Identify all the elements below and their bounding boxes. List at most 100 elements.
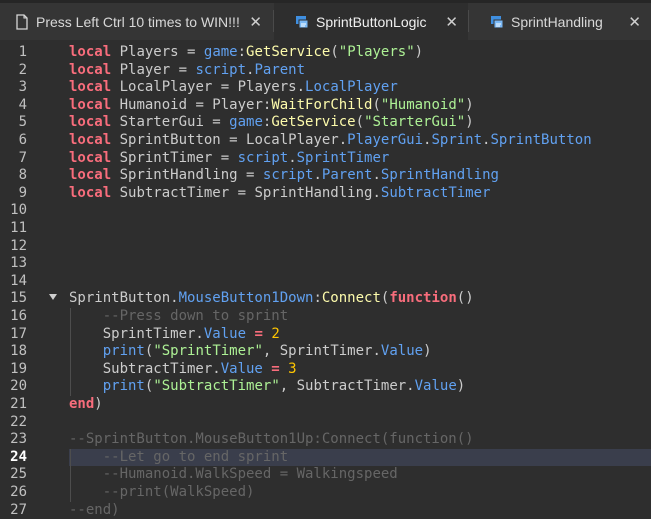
code-text: print("SprintTimer", SprintTimer.Value) <box>69 343 432 361</box>
tab-sprint-button-logic[interactable]: SprintButtonLogic ✕ <box>274 3 468 40</box>
code-text: print("SubtractTimer", SubtractTimer.Val… <box>69 378 465 396</box>
line-number: 20 <box>10 378 27 395</box>
code-token: Players = <box>119 44 204 60</box>
code-line[interactable]: 19 SubtractTimer.Value = 3 <box>0 361 651 379</box>
code-line[interactable]: 5 local StarterGui = game:GetService("Sta… <box>0 114 651 132</box>
code-token: "Humanoid" <box>380 96 466 113</box>
script-icon <box>296 15 309 28</box>
tab-sprint-handling[interactable]: SprintHandling ✕ <box>469 3 651 40</box>
code-text: local SubtractTimer = SprintHandling.Sub… <box>69 185 490 203</box>
code-token: --Humanoid.WalkSpeed = Walkingspeed <box>102 466 398 483</box>
code-text: --end) <box>69 502 120 519</box>
code-token: --Let go to end sprint <box>102 448 289 465</box>
code-token: = <box>262 360 289 377</box>
line-number: 14 <box>10 272 27 289</box>
line-number: 10 <box>10 202 27 219</box>
code-token: local <box>69 96 112 113</box>
code-editor[interactable]: 1 local Players = game:GetService("Player… <box>0 40 651 518</box>
line-number: 17 <box>10 325 27 342</box>
line-number: 13 <box>10 255 27 272</box>
line-number: 23 <box>10 431 27 448</box>
close-icon[interactable]: ✕ <box>249 13 262 31</box>
code-token: 2 <box>271 325 280 342</box>
code-token: LocalPlayer = Players. <box>119 79 306 96</box>
code-token: = <box>246 325 272 342</box>
script-icon <box>491 15 504 28</box>
code-line[interactable]: 8 local SprintHandling = script.Parent.Sp… <box>0 167 651 185</box>
code-token: PlayerGui <box>347 132 424 148</box>
code-line[interactable]: 1 local Players = game:GetService("Player… <box>0 44 651 62</box>
line-number: 18 <box>10 343 27 360</box>
code-token: GetService <box>271 114 356 131</box>
code-token: Connect <box>321 290 381 307</box>
line-number: 3 <box>18 79 27 96</box>
code-token: "StarterGui" <box>364 114 466 131</box>
code-token: game <box>229 114 263 131</box>
code-line[interactable]: 12 <box>0 238 651 256</box>
code-text: local SprintButton = LocalPlayer.PlayerG… <box>69 132 592 150</box>
code-token: print <box>102 378 145 395</box>
line-number: 12 <box>10 237 27 254</box>
code-line[interactable]: 21 end) <box>0 396 651 414</box>
code-token: end <box>69 396 95 412</box>
code-token: local <box>69 61 112 78</box>
line-number: 25 <box>10 466 27 483</box>
code-line[interactable]: 22 <box>0 414 651 432</box>
line-number: 16 <box>10 308 27 324</box>
code-token: local <box>69 167 112 184</box>
code-line[interactable]: 3 local LocalPlayer = Players.LocalPlayer <box>0 79 651 97</box>
code-line[interactable]: 25 --Humanoid.WalkSpeed = Walkingspeed <box>0 466 651 484</box>
code-line[interactable]: 23 --SprintButton.MouseButton1Up:Connect(… <box>0 431 651 449</box>
tab-press-left-ctrl[interactable]: Press Left Ctrl 10 times to WIN!!! ✕ <box>0 3 272 40</box>
code-text: --Press down to sprint <box>69 308 288 326</box>
code-line[interactable]: 14 <box>0 273 651 291</box>
close-icon[interactable]: ✕ <box>445 13 458 31</box>
code-token: . <box>313 167 322 184</box>
code-line[interactable]: 13 <box>0 255 651 273</box>
code-token: : <box>237 44 247 60</box>
code-token: "SubtractTimer" <box>153 378 280 395</box>
code-token: SubtractTimer = SprintHandling. <box>119 184 381 201</box>
code-token: SprintButton. <box>69 290 179 307</box>
code-line[interactable]: 27 --end) <box>0 502 651 519</box>
code-text: --Let go to end sprint <box>69 449 288 467</box>
code-token: SprintTimer. <box>69 325 204 342</box>
code-line[interactable]: 11 <box>0 220 651 238</box>
code-token: "Players" <box>338 44 415 60</box>
code-text: SprintButton.MouseButton1Down:Connect(fu… <box>69 290 474 308</box>
code-line[interactable]: 24 --Let go to end sprint <box>0 448 651 467</box>
code-line[interactable]: 16 --Press down to sprint <box>0 308 651 326</box>
tab-label: SprintButtonLogic <box>316 13 427 30</box>
code-text: local StarterGui = game:GetService("Star… <box>69 114 474 132</box>
code-token: Player = <box>119 61 196 78</box>
line-number: 21 <box>10 396 27 412</box>
code-line[interactable]: 20 print("SubtractTimer", SubtractTimer.… <box>0 378 651 396</box>
code-token: () <box>456 290 474 307</box>
line-number: 7 <box>18 149 27 166</box>
code-token: SubtractTimer. <box>69 360 221 377</box>
code-line[interactable]: 15 SprintButton.MouseButton1Down:Connect(… <box>0 290 651 308</box>
code-line[interactable]: 6 local SprintButton = LocalPlayer.Player… <box>0 132 651 150</box>
code-token: local <box>69 149 112 166</box>
code-token: SprintHandling = <box>119 167 263 184</box>
code-line[interactable]: 7 local SprintTimer = script.SprintTimer <box>0 150 651 168</box>
code-line[interactable]: 9 local SubtractTimer = SprintHandling.Su… <box>0 185 651 203</box>
code-token: SprintHandling <box>380 167 499 184</box>
code-token: game <box>203 44 238 60</box>
code-line[interactable]: 26 --print(WalkSpeed) <box>0 484 651 502</box>
code-line[interactable]: 10 <box>0 202 651 220</box>
code-line[interactable]: 4 local Humanoid = Player:WaitForChild("H… <box>0 97 651 115</box>
fold-chevron-icon[interactable] <box>49 294 57 301</box>
close-icon[interactable]: ✕ <box>628 13 641 31</box>
code-line[interactable]: 2 local Player = script.Parent <box>0 62 651 80</box>
code-token: --print(WalkSpeed) <box>102 484 255 500</box>
line-number: 2 <box>18 61 27 78</box>
code-line[interactable]: 17 SprintTimer.Value = 2 <box>0 326 651 344</box>
tab-bar: Press Left Ctrl 10 times to WIN!!! ✕ Spr… <box>0 0 651 40</box>
line-number: 26 <box>10 484 27 500</box>
code-text: SubtractTimer.Value = 3 <box>69 361 297 379</box>
line-number: 15 <box>10 290 27 307</box>
code-line[interactable]: 18 print("SprintTimer", SprintTimer.Valu… <box>0 343 651 361</box>
